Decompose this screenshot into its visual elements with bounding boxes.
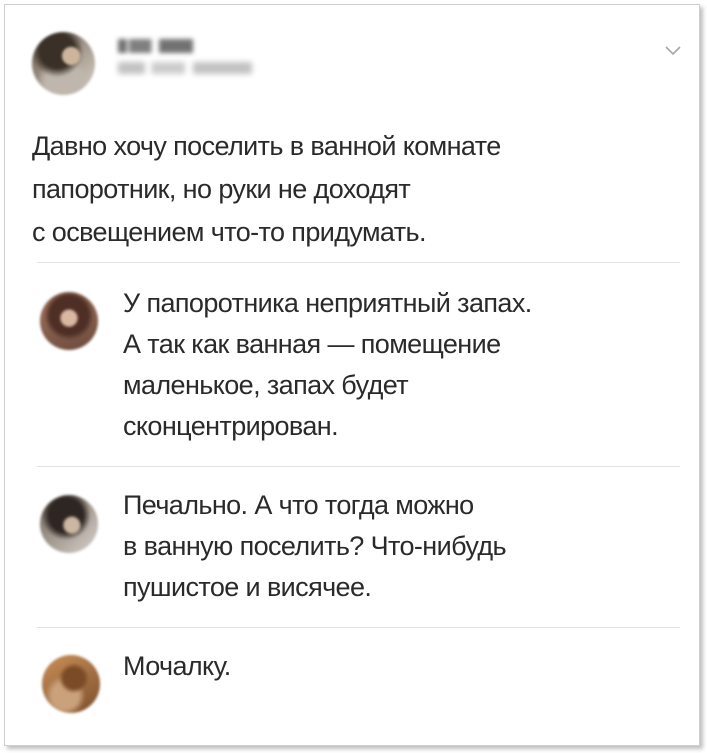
reply-2-avatar[interactable] [40, 495, 98, 553]
reply-3-avatar[interactable] [42, 655, 100, 713]
reply-1-text: У папоротника неприятный запах. А так ка… [123, 288, 532, 441]
divider [37, 466, 680, 467]
reply-2-text: Печально. А что тогда можно в ванную пос… [123, 490, 507, 602]
post-card: Давно хочу поселить в ванной комнате пап… [4, 4, 700, 746]
reply-3-text: Мочалку. [123, 651, 231, 681]
divider [37, 627, 680, 628]
chevron-down-icon[interactable] [663, 43, 683, 57]
author-avatar[interactable] [32, 32, 95, 95]
divider [37, 262, 680, 263]
author-name-redacted[interactable] [118, 39, 193, 53]
post-text: Давно хочу поселить в ванной комнате пап… [32, 131, 501, 247]
reply-1-avatar[interactable] [40, 292, 98, 350]
author-handle-redacted [118, 62, 252, 74]
